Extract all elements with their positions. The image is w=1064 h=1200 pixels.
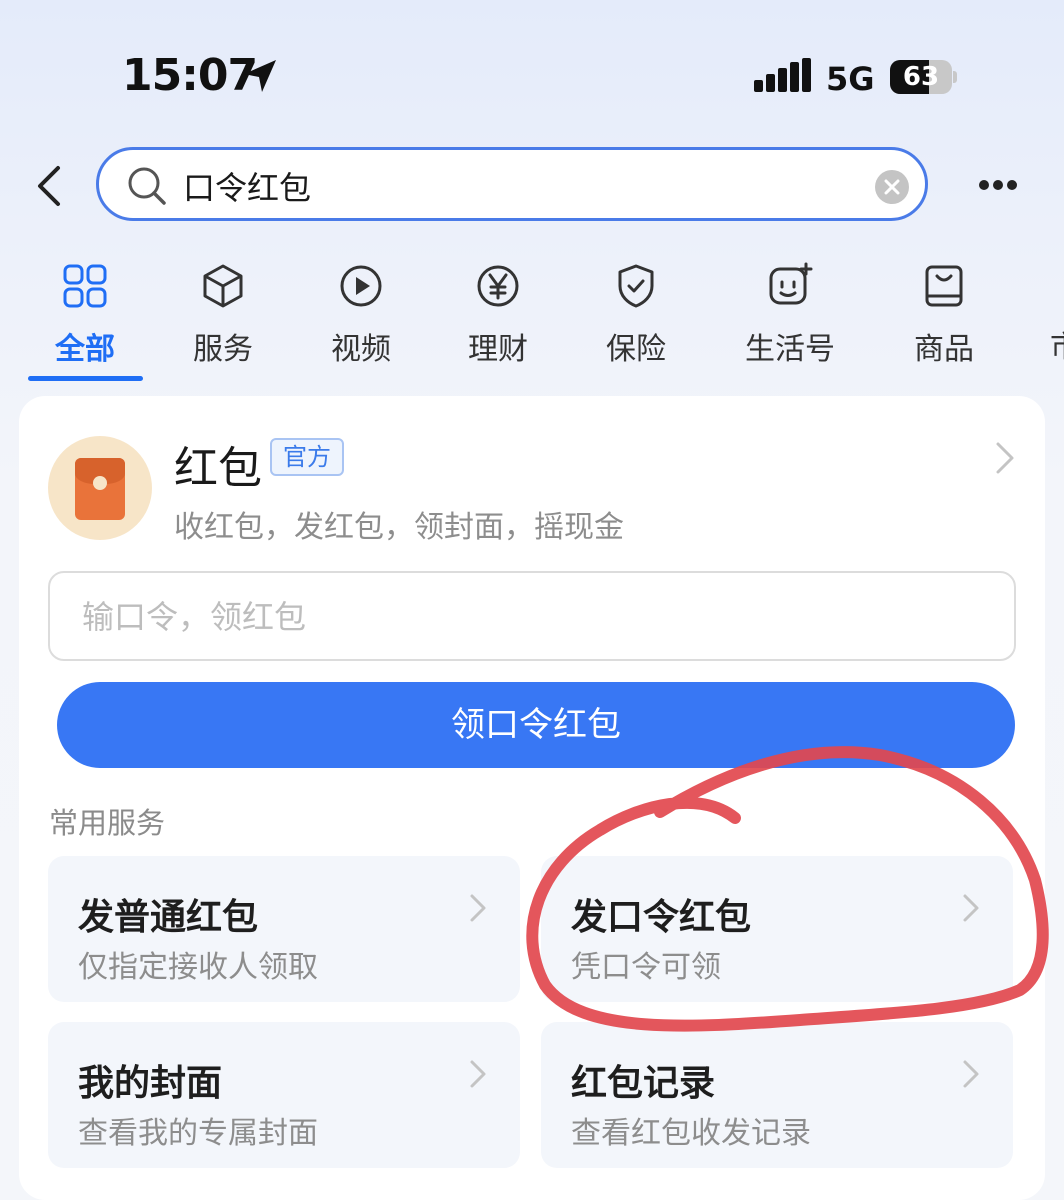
grid-icon: [63, 264, 107, 308]
life-account-icon: [769, 262, 813, 305]
tab-label: 视频: [331, 332, 391, 367]
chevron-left-icon[interactable]: [30, 162, 70, 210]
tile-subtitle: 仅指定接收人领取: [78, 950, 318, 985]
chevron-right-icon[interactable]: [992, 440, 1018, 476]
tile-subtitle: 查看我的专属封面: [78, 1116, 318, 1151]
tab-label: 生活号: [745, 332, 835, 367]
tile-title: 发普通红包: [78, 897, 259, 938]
tab-products[interactable]: 商品: [884, 262, 1004, 368]
tab-label: 市: [1050, 330, 1064, 365]
search-bar[interactable]: [96, 147, 928, 221]
tab-video[interactable]: 视频: [301, 262, 421, 368]
tab-insurance[interactable]: 保险: [576, 262, 696, 368]
claim-red-packet-button[interactable]: 领口令红包: [57, 682, 1015, 768]
red-packet-code-input[interactable]: [80, 591, 964, 643]
status-time: 15:07: [122, 50, 258, 101]
chevron-right-icon: [470, 1060, 486, 1088]
official-badge: 官方: [270, 438, 344, 476]
active-tab-indicator: [28, 376, 143, 381]
red-packet-records-tile[interactable]: 红包记录 查看红包收发记录: [541, 1022, 1013, 1168]
red-envelope-logo: [48, 436, 152, 540]
tile-title: 红包记录: [571, 1063, 716, 1104]
tile-subtitle: 查看红包收发记录: [571, 1116, 811, 1151]
more-dots-icon[interactable]: [978, 170, 1018, 200]
red-packet-code-field[interactable]: [48, 571, 1016, 661]
service-description: 收红包，发红包，领封面，摇现金: [174, 510, 624, 545]
tab-all[interactable]: 全部: [25, 262, 145, 368]
send-code-red-packet-tile[interactable]: 发口令红包 凭口令可领: [541, 856, 1013, 1002]
service-title[interactable]: 红包: [174, 432, 262, 496]
cube-icon: [203, 264, 243, 308]
cellular-signal-icon: [754, 58, 811, 92]
tab-label: 保险: [606, 332, 666, 367]
tile-title: 我的封面: [78, 1063, 223, 1104]
chevron-right-icon: [963, 1060, 979, 1088]
tile-subtitle: 凭口令可领: [571, 950, 721, 985]
play-icon: [340, 265, 382, 307]
chevron-right-icon: [963, 894, 979, 922]
tab-services[interactable]: 服务: [163, 262, 283, 368]
battery-indicator: 63: [890, 60, 957, 94]
yen-icon: [477, 265, 519, 307]
tab-label: 全部: [55, 332, 115, 367]
section-title: 常用服务: [49, 806, 166, 840]
tab-label: 商品: [914, 332, 974, 367]
network-type: 5G: [826, 60, 875, 98]
shopping-bag-icon: [925, 265, 963, 307]
chevron-right-icon: [470, 894, 486, 922]
tab-life-account[interactable]: 生活号: [730, 262, 850, 368]
tab-finance[interactable]: 理财: [438, 262, 558, 368]
tab-partial[interactable]: 市: [1050, 322, 1064, 366]
tab-label: 服务: [193, 332, 253, 367]
location-arrow-icon: [244, 60, 276, 92]
search-icon: [128, 167, 166, 205]
send-normal-red-packet-tile[interactable]: 发普通红包 仅指定接收人领取: [48, 856, 520, 1002]
shield-check-icon: [618, 264, 654, 308]
tile-title: 发口令红包: [571, 897, 752, 938]
battery-level: 63: [902, 62, 940, 92]
my-covers-tile[interactable]: 我的封面 查看我的专属封面: [48, 1022, 520, 1168]
tab-label: 理财: [468, 332, 528, 367]
clear-icon[interactable]: [875, 170, 909, 204]
search-input[interactable]: [181, 160, 845, 212]
